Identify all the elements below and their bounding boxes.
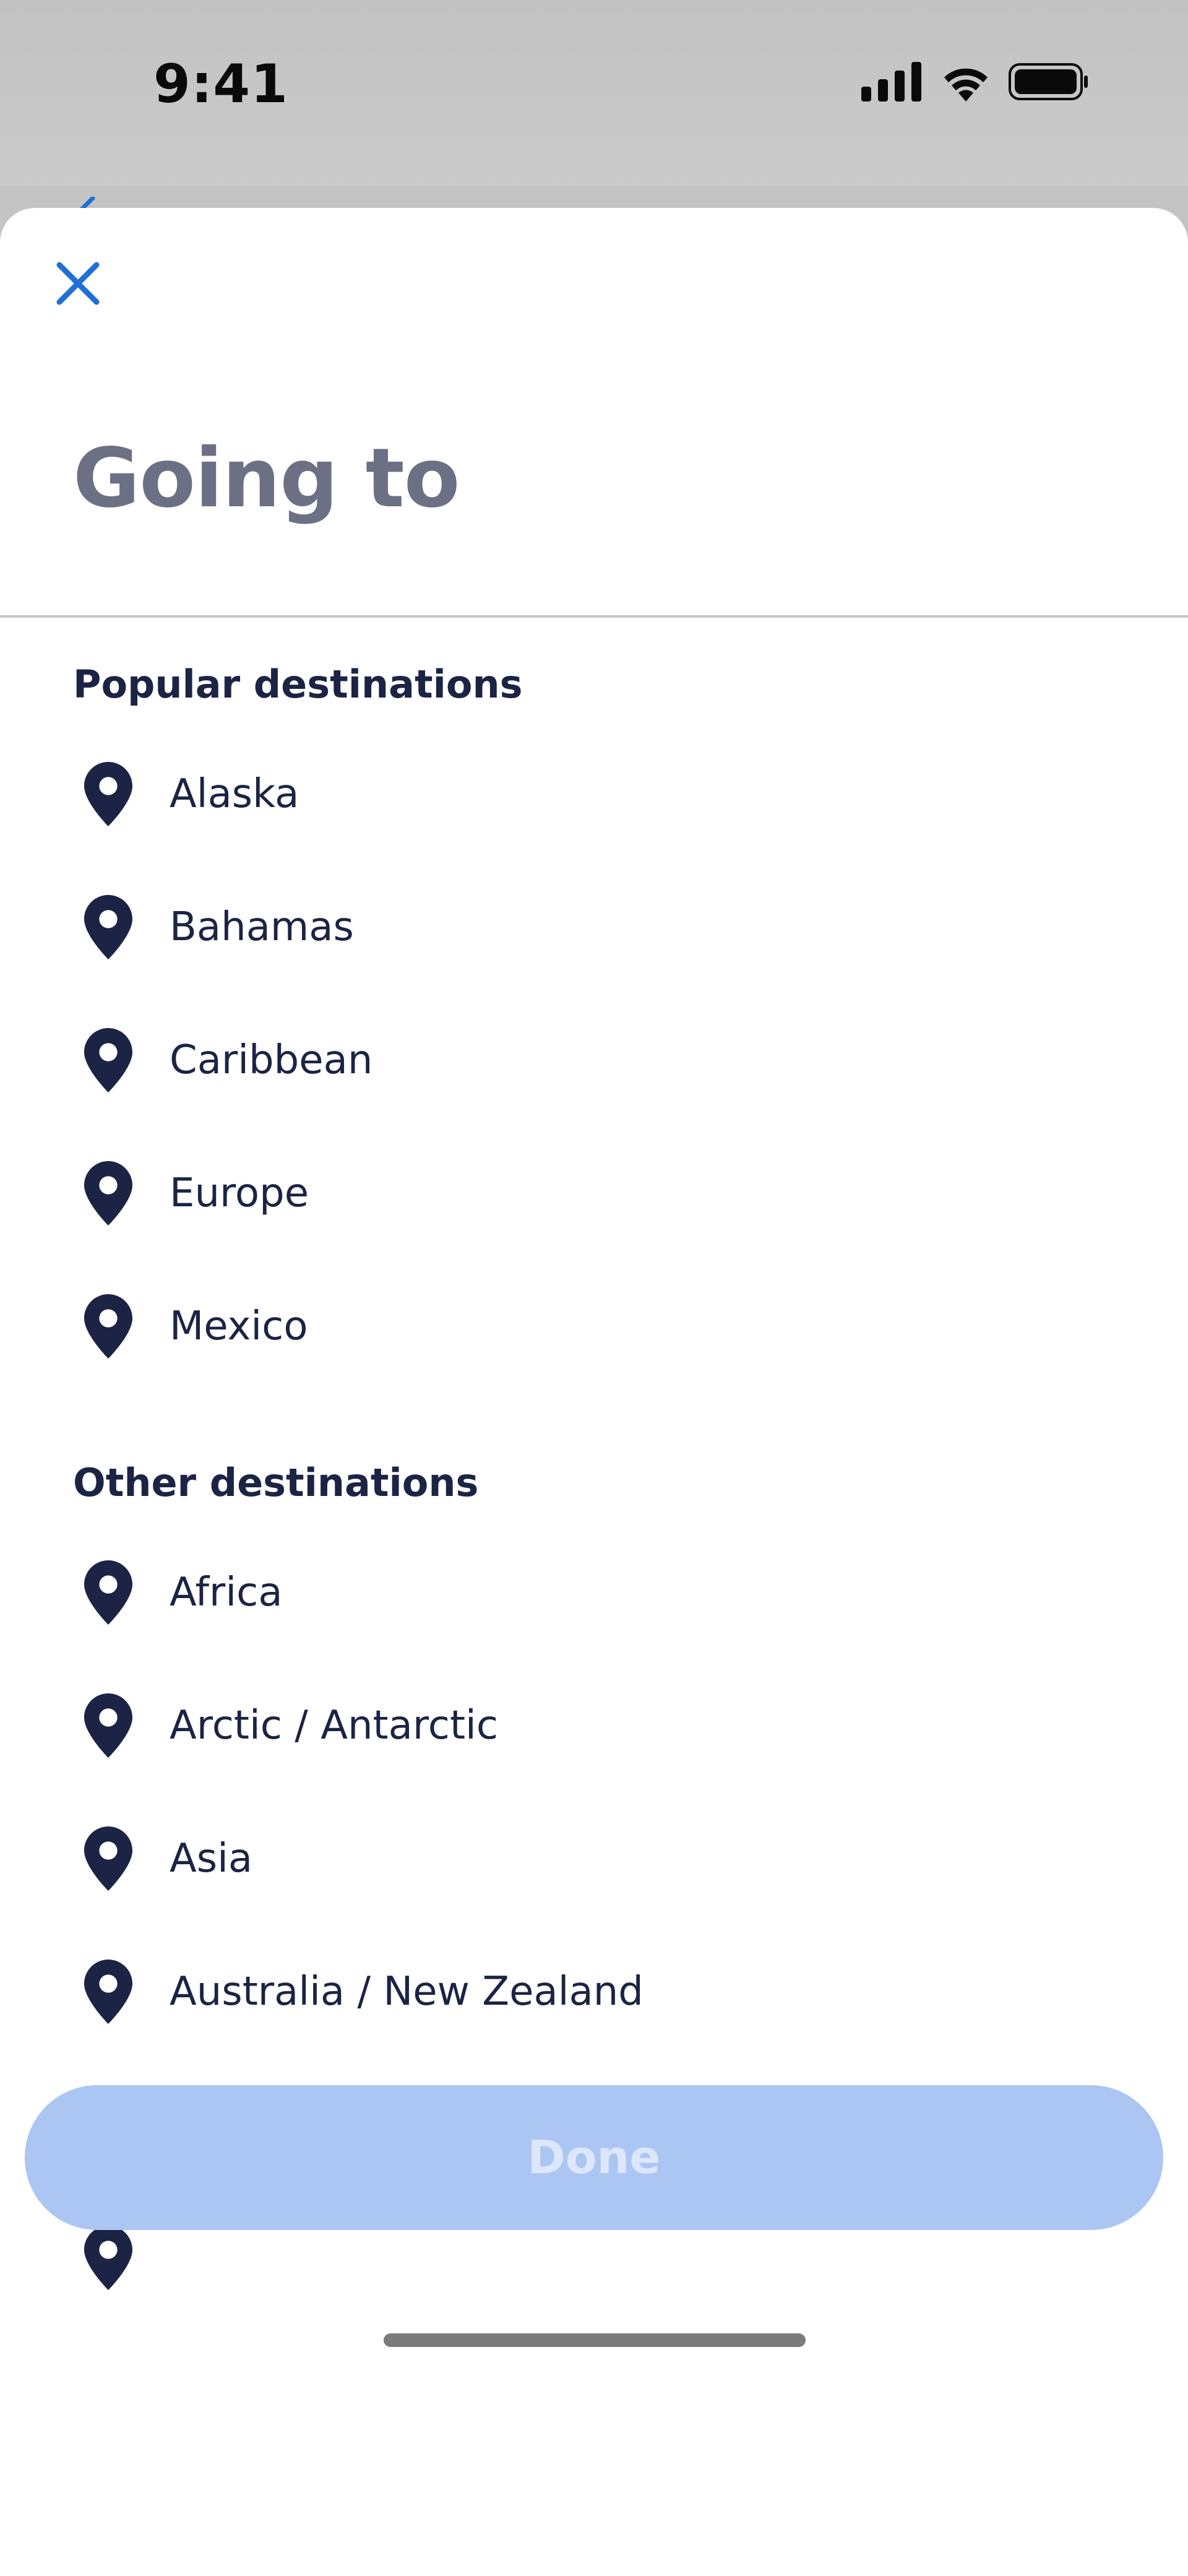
destination-item-australia-new-zealand[interactable]: Australia / New Zealand xyxy=(0,1926,1188,2059)
destination-item-asia[interactable]: Asia xyxy=(0,1792,1188,1926)
home-indicator[interactable] xyxy=(384,2333,806,2347)
cellular-signal-icon xyxy=(861,62,921,102)
destination-label: Caribbean xyxy=(170,1037,373,1083)
destination-item-caribbean[interactable]: Caribbean xyxy=(0,994,1188,1127)
page-title: Going to xyxy=(73,431,460,526)
destination-label: Africa xyxy=(170,1570,283,1615)
battery-icon xyxy=(1009,63,1088,100)
location-pin-icon xyxy=(84,1294,132,1359)
close-icon xyxy=(56,262,100,305)
location-pin-icon xyxy=(84,762,132,826)
destination-label: Europe xyxy=(170,1170,309,1216)
status-icons xyxy=(861,62,1089,102)
destination-item-europe[interactable]: Europe xyxy=(0,1127,1188,1260)
destination-item-bahamas[interactable]: Bahamas xyxy=(0,861,1188,994)
section-heading-popular: Popular destinations xyxy=(73,662,523,707)
wifi-icon xyxy=(944,68,988,102)
location-pin-icon xyxy=(84,1826,132,1891)
destination-label: Alaska xyxy=(170,771,299,817)
close-button[interactable] xyxy=(52,257,104,309)
destination-label: Arctic / Antarctic xyxy=(170,1703,498,1748)
location-pin-icon xyxy=(84,2226,132,2290)
done-button[interactable]: Done xyxy=(25,2085,1163,2230)
destination-label: Australia / New Zealand xyxy=(170,1969,644,2015)
destination-item-arctic-antarctic[interactable]: Arctic / Antarctic xyxy=(0,1659,1188,1792)
destination-label: Mexico xyxy=(170,1303,308,1349)
location-pin-icon xyxy=(84,1693,132,1758)
location-pin-icon xyxy=(84,895,132,959)
status-time: 9:41 xyxy=(153,53,288,115)
destination-item-mexico[interactable]: Mexico xyxy=(0,1260,1188,1393)
location-pin-icon xyxy=(84,1028,132,1092)
location-pin-icon xyxy=(84,1560,132,1625)
destination-label: Bahamas xyxy=(170,904,354,950)
destination-item-alaska[interactable]: Alaska xyxy=(0,728,1188,861)
destination-item-africa[interactable]: Africa xyxy=(0,1526,1188,1659)
back-chevron-icon xyxy=(79,197,95,209)
location-pin-icon xyxy=(84,1161,132,1225)
destination-label: Asia xyxy=(170,1836,253,1882)
status-bar: 9:41 xyxy=(0,0,1188,186)
location-pin-icon xyxy=(84,1960,132,2024)
section-heading-other: Other destinations xyxy=(73,1460,479,1505)
